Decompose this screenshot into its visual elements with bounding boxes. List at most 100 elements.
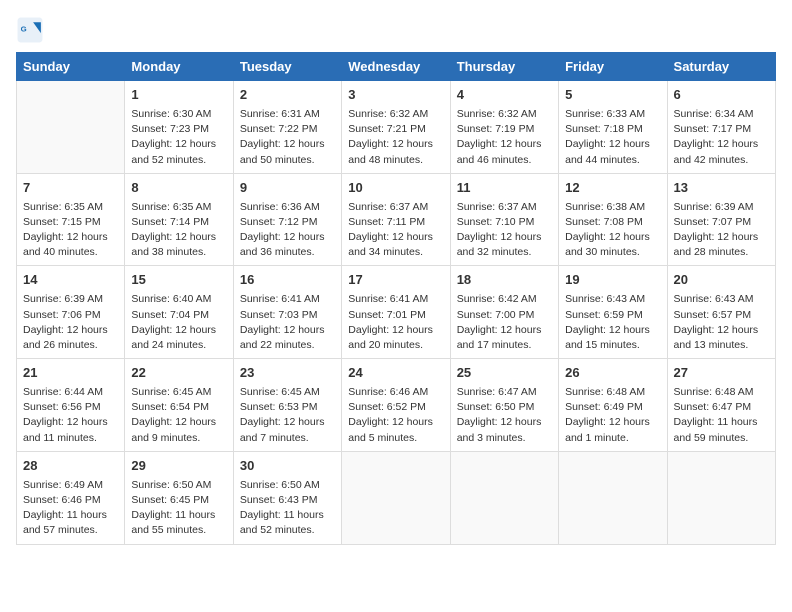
cell-info-line: Daylight: 12 hours bbox=[240, 415, 335, 430]
calendar-cell: 25Sunrise: 6:47 AMSunset: 6:50 PMDayligh… bbox=[450, 359, 558, 452]
cell-info-line: Sunrise: 6:35 AM bbox=[131, 200, 226, 215]
calendar-cell: 22Sunrise: 6:45 AMSunset: 6:54 PMDayligh… bbox=[125, 359, 233, 452]
cell-info-line: Sunrise: 6:41 AM bbox=[240, 292, 335, 307]
cell-info-line: Daylight: 12 hours bbox=[674, 137, 769, 152]
cell-info-line: Sunset: 7:14 PM bbox=[131, 215, 226, 230]
day-number: 26 bbox=[565, 364, 660, 383]
calendar-cell: 12Sunrise: 6:38 AMSunset: 7:08 PMDayligh… bbox=[559, 173, 667, 266]
calendar-cell: 3Sunrise: 6:32 AMSunset: 7:21 PMDaylight… bbox=[342, 81, 450, 174]
cell-info-line: and 11 minutes. bbox=[23, 431, 118, 446]
calendar-cell: 8Sunrise: 6:35 AMSunset: 7:14 PMDaylight… bbox=[125, 173, 233, 266]
cell-info-line: Sunset: 7:15 PM bbox=[23, 215, 118, 230]
week-row-4: 21Sunrise: 6:44 AMSunset: 6:56 PMDayligh… bbox=[17, 359, 776, 452]
weekday-header-sunday: Sunday bbox=[17, 53, 125, 81]
cell-info-line: and 32 minutes. bbox=[457, 245, 552, 260]
week-row-3: 14Sunrise: 6:39 AMSunset: 7:06 PMDayligh… bbox=[17, 266, 776, 359]
cell-info-line: and 24 minutes. bbox=[131, 338, 226, 353]
calendar-cell: 28Sunrise: 6:49 AMSunset: 6:46 PMDayligh… bbox=[17, 451, 125, 544]
cell-info-line: and 57 minutes. bbox=[23, 523, 118, 538]
cell-info-line: Daylight: 12 hours bbox=[131, 137, 226, 152]
calendar-cell: 2Sunrise: 6:31 AMSunset: 7:22 PMDaylight… bbox=[233, 81, 341, 174]
cell-info-line: Sunset: 6:49 PM bbox=[565, 400, 660, 415]
cell-info-line: and 42 minutes. bbox=[674, 153, 769, 168]
cell-info-line: and 28 minutes. bbox=[674, 245, 769, 260]
day-number: 16 bbox=[240, 271, 335, 290]
calendar-cell bbox=[667, 451, 775, 544]
cell-info-line: and 9 minutes. bbox=[131, 431, 226, 446]
cell-info-line: Sunset: 6:52 PM bbox=[348, 400, 443, 415]
cell-info-line: Daylight: 11 hours bbox=[23, 508, 118, 523]
calendar-cell: 13Sunrise: 6:39 AMSunset: 7:07 PMDayligh… bbox=[667, 173, 775, 266]
cell-info-line: Sunset: 7:17 PM bbox=[674, 122, 769, 137]
day-number: 4 bbox=[457, 86, 552, 105]
cell-info-line: Daylight: 12 hours bbox=[240, 137, 335, 152]
cell-info-line: Sunrise: 6:43 AM bbox=[674, 292, 769, 307]
week-row-2: 7Sunrise: 6:35 AMSunset: 7:15 PMDaylight… bbox=[17, 173, 776, 266]
cell-info-line: and 52 minutes. bbox=[131, 153, 226, 168]
cell-info-line: Sunset: 7:11 PM bbox=[348, 215, 443, 230]
cell-info-line: Sunset: 6:54 PM bbox=[131, 400, 226, 415]
cell-info-line: Daylight: 11 hours bbox=[240, 508, 335, 523]
day-number: 14 bbox=[23, 271, 118, 290]
cell-info-line: Daylight: 12 hours bbox=[23, 230, 118, 245]
day-number: 5 bbox=[565, 86, 660, 105]
cell-info-line: Sunset: 7:00 PM bbox=[457, 308, 552, 323]
day-number: 7 bbox=[23, 179, 118, 198]
svg-text:G: G bbox=[21, 25, 27, 34]
cell-info-line: Sunrise: 6:31 AM bbox=[240, 107, 335, 122]
cell-info-line: Sunrise: 6:36 AM bbox=[240, 200, 335, 215]
cell-info-line: Sunset: 7:08 PM bbox=[565, 215, 660, 230]
calendar-cell: 23Sunrise: 6:45 AMSunset: 6:53 PMDayligh… bbox=[233, 359, 341, 452]
cell-info-line: and 40 minutes. bbox=[23, 245, 118, 260]
calendar-cell: 18Sunrise: 6:42 AMSunset: 7:00 PMDayligh… bbox=[450, 266, 558, 359]
cell-info-line: Sunset: 7:06 PM bbox=[23, 308, 118, 323]
week-row-1: 1Sunrise: 6:30 AMSunset: 7:23 PMDaylight… bbox=[17, 81, 776, 174]
cell-info-line: Sunrise: 6:40 AM bbox=[131, 292, 226, 307]
day-number: 9 bbox=[240, 179, 335, 198]
cell-info-line: Daylight: 12 hours bbox=[348, 230, 443, 245]
cell-info-line: Sunrise: 6:48 AM bbox=[565, 385, 660, 400]
day-number: 1 bbox=[131, 86, 226, 105]
calendar-cell: 10Sunrise: 6:37 AMSunset: 7:11 PMDayligh… bbox=[342, 173, 450, 266]
cell-info-line: and 59 minutes. bbox=[674, 431, 769, 446]
cell-info-line: Daylight: 12 hours bbox=[23, 323, 118, 338]
cell-info-line: Sunset: 7:07 PM bbox=[674, 215, 769, 230]
calendar-cell bbox=[450, 451, 558, 544]
day-number: 18 bbox=[457, 271, 552, 290]
cell-info-line: Sunrise: 6:37 AM bbox=[348, 200, 443, 215]
cell-info-line: and 13 minutes. bbox=[674, 338, 769, 353]
weekday-header-thursday: Thursday bbox=[450, 53, 558, 81]
logo-icon: G bbox=[16, 16, 44, 44]
cell-info-line: Sunrise: 6:43 AM bbox=[565, 292, 660, 307]
cell-info-line: Daylight: 12 hours bbox=[131, 415, 226, 430]
calendar-cell: 20Sunrise: 6:43 AMSunset: 6:57 PMDayligh… bbox=[667, 266, 775, 359]
logo: G bbox=[16, 16, 48, 44]
cell-info-line: Sunset: 7:18 PM bbox=[565, 122, 660, 137]
weekday-header-tuesday: Tuesday bbox=[233, 53, 341, 81]
cell-info-line: Sunrise: 6:44 AM bbox=[23, 385, 118, 400]
calendar-cell: 26Sunrise: 6:48 AMSunset: 6:49 PMDayligh… bbox=[559, 359, 667, 452]
cell-info-line: and 7 minutes. bbox=[240, 431, 335, 446]
cell-info-line: Sunset: 7:19 PM bbox=[457, 122, 552, 137]
cell-info-line: Sunrise: 6:35 AM bbox=[23, 200, 118, 215]
page-header: G bbox=[16, 16, 776, 44]
cell-info-line: Sunset: 7:22 PM bbox=[240, 122, 335, 137]
cell-info-line: and 46 minutes. bbox=[457, 153, 552, 168]
calendar-cell: 17Sunrise: 6:41 AMSunset: 7:01 PMDayligh… bbox=[342, 266, 450, 359]
day-number: 23 bbox=[240, 364, 335, 383]
cell-info-line: Sunset: 6:53 PM bbox=[240, 400, 335, 415]
cell-info-line: Sunset: 7:03 PM bbox=[240, 308, 335, 323]
day-number: 29 bbox=[131, 457, 226, 476]
calendar-cell bbox=[559, 451, 667, 544]
calendar-cell: 1Sunrise: 6:30 AMSunset: 7:23 PMDaylight… bbox=[125, 81, 233, 174]
cell-info-line: Sunrise: 6:41 AM bbox=[348, 292, 443, 307]
day-number: 20 bbox=[674, 271, 769, 290]
cell-info-line: Sunrise: 6:50 AM bbox=[240, 478, 335, 493]
day-number: 11 bbox=[457, 179, 552, 198]
cell-info-line: and 55 minutes. bbox=[131, 523, 226, 538]
cell-info-line: Daylight: 12 hours bbox=[23, 415, 118, 430]
cell-info-line: Daylight: 12 hours bbox=[240, 230, 335, 245]
week-row-5: 28Sunrise: 6:49 AMSunset: 6:46 PMDayligh… bbox=[17, 451, 776, 544]
calendar-cell: 4Sunrise: 6:32 AMSunset: 7:19 PMDaylight… bbox=[450, 81, 558, 174]
weekday-header-saturday: Saturday bbox=[667, 53, 775, 81]
